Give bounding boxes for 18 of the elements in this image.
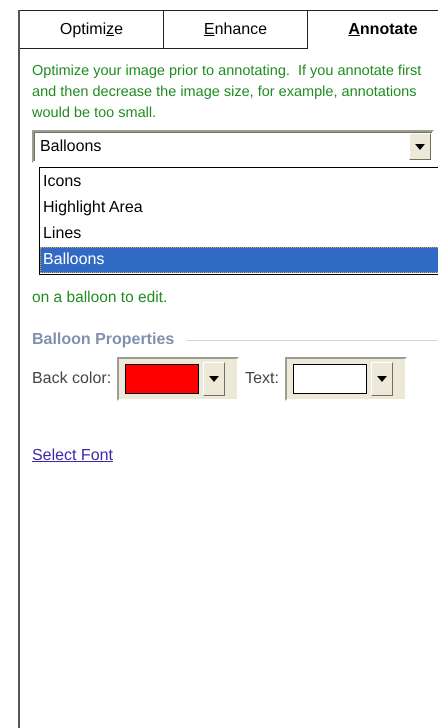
description-text: Optimize your image prior to annotating. If you annotate first and then decrease the image size, for example, annotations would be too small. (32, 62, 422, 123)
dropdown-button[interactable] (409, 133, 431, 160)
color-label: Back color: (32, 370, 112, 388)
tab[interactable]: Optimize (20, 11, 164, 49)
color-label: Text: (245, 370, 279, 388)
dropdown-option[interactable]: Balloons (40, 247, 438, 273)
hint-text: on a balloon to edit. (32, 289, 168, 307)
caret-down-icon (376, 376, 387, 382)
caret-down-icon (209, 376, 220, 382)
caret-down-icon (415, 144, 425, 150)
select-font-link[interactable]: Select Font (32, 447, 113, 465)
annotation-type-dropdown[interactable]: Balloons (32, 130, 434, 163)
color-picker[interactable] (117, 357, 240, 401)
color-picker[interactable] (284, 357, 407, 401)
group-title: Balloon Properties (32, 331, 174, 349)
tab[interactable]: Enhance (164, 11, 308, 49)
dropdown-button[interactable] (370, 362, 393, 396)
dropdown-button[interactable] (203, 362, 226, 396)
